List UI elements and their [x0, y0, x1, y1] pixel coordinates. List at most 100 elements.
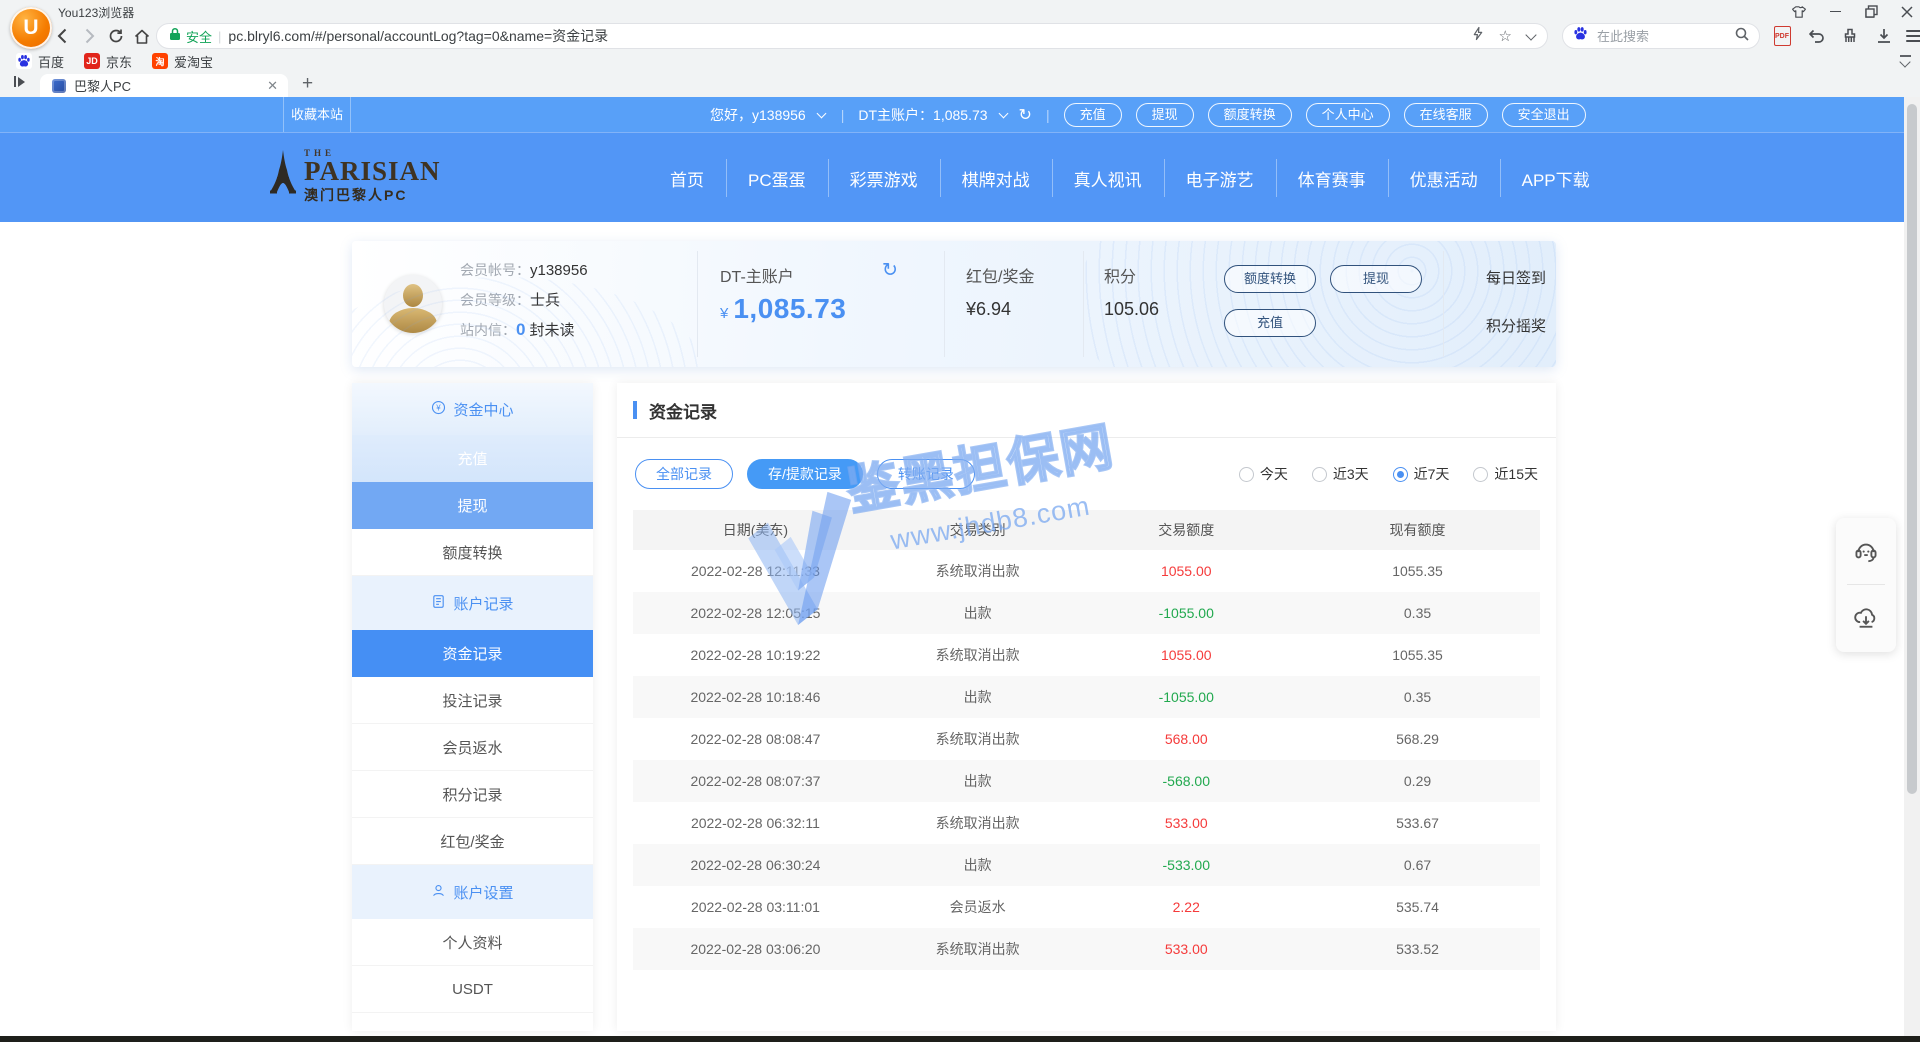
sidebar-item-额度转换[interactable]: 额度转换: [352, 529, 593, 576]
deposit-button[interactable]: 充值: [1224, 309, 1316, 337]
sidebar-section-资金中心[interactable]: ¥资金中心: [352, 383, 593, 435]
sidebar-item-提现[interactable]: 提现: [352, 482, 593, 529]
collapse-bookmarks-icon[interactable]: [1898, 55, 1912, 66]
dt-refresh-icon[interactable]: ↻: [882, 259, 898, 282]
daily-signin-link[interactable]: 每日签到: [1486, 267, 1546, 288]
nav-item[interactable]: PC蛋蛋: [726, 133, 828, 223]
wallet-dropdown-icon[interactable]: [998, 108, 1008, 118]
withdraw-button[interactable]: 提现: [1330, 265, 1422, 293]
date-cell: 2022-02-28 03:06:20: [633, 941, 878, 957]
transfer-quota-button[interactable]: 额度转换: [1224, 265, 1316, 293]
greeting[interactable]: 您好，y138956: [710, 105, 806, 125]
skin-icon[interactable]: [1786, 2, 1812, 21]
search-icon[interactable]: [1735, 27, 1749, 46]
avatar[interactable]: [384, 275, 442, 333]
tab[interactable]: 巴黎人PC ✕: [40, 74, 288, 97]
app-download-icon[interactable]: [1836, 585, 1896, 651]
sidebar-item-会员返水[interactable]: 会员返水: [352, 724, 593, 771]
pdf-tool-icon[interactable]: PDF: [1770, 24, 1794, 48]
bookmark-item[interactable]: 百度: [16, 52, 64, 71]
nav-item[interactable]: 优惠活动: [1388, 133, 1500, 223]
tab-sidebar-toggle-icon[interactable]: [14, 76, 25, 87]
topbar-button[interactable]: 个人中心: [1306, 103, 1390, 127]
record-tab[interactable]: 转账记录: [877, 459, 975, 489]
bookmark-star-icon[interactable]: ☆: [1499, 27, 1512, 45]
bookmark-item[interactable]: JD京东: [84, 52, 132, 71]
customer-service-icon[interactable]: [1836, 518, 1896, 584]
close-icon[interactable]: [1894, 2, 1920, 21]
radio-circle[interactable]: [1393, 467, 1408, 482]
header-cell: 现有额度: [1295, 520, 1540, 540]
flash-icon[interactable]: [1472, 26, 1484, 46]
nav-item[interactable]: 体育赛事: [1276, 133, 1388, 223]
quick-search-box[interactable]: [1562, 23, 1760, 49]
address-bar[interactable]: 安全 | pc.blryl6.com/#/personal/accountLog…: [156, 23, 1548, 49]
nav-item[interactable]: APP下载: [1500, 133, 1612, 223]
radio-circle[interactable]: [1473, 467, 1488, 482]
unread-mail-count[interactable]: 0: [516, 320, 525, 339]
favorite-site-link[interactable]: 收藏本站: [283, 97, 351, 132]
type-cell: 出款: [878, 855, 1078, 875]
nav-item[interactable]: 棋牌对战: [940, 133, 1052, 223]
sidebar-item-积分记录[interactable]: 积分记录: [352, 771, 593, 818]
site-logo[interactable]: THE PARISIAN 澳门巴黎人PC: [268, 148, 441, 202]
search-input[interactable]: [1595, 28, 1728, 45]
reload-icon[interactable]: [104, 24, 128, 48]
topbar-button[interactable]: 安全退出: [1502, 103, 1586, 127]
type-cell: 出款: [878, 603, 1078, 623]
maximize-icon[interactable]: [1858, 2, 1884, 21]
sidebar-item-USDT[interactable]: USDT: [352, 966, 593, 1013]
nav-item[interactable]: 彩票游戏: [828, 133, 940, 223]
topbar-button[interactable]: 充值: [1064, 103, 1122, 127]
date-cell: 2022-02-28 12:05:15: [633, 605, 878, 621]
nav-item[interactable]: 首页: [648, 133, 726, 223]
record-tab[interactable]: 存/提款记录: [747, 459, 863, 489]
sidebar-section-账户设置[interactable]: 账户设置: [352, 865, 593, 919]
user-topbar: 收藏本站 您好，y138956 | DT主账户：1,085.73 ↻ | 充值提…: [0, 97, 1920, 132]
wallet-summary[interactable]: DT主账户：1,085.73: [858, 105, 987, 125]
minimize-icon[interactable]: [1822, 2, 1848, 21]
new-tab-icon[interactable]: +: [302, 73, 313, 95]
record-tab[interactable]: 全部记录: [635, 459, 733, 489]
topbar-button[interactable]: 提现: [1136, 103, 1194, 127]
undo-icon[interactable]: [1804, 24, 1828, 48]
radio-circle[interactable]: [1239, 467, 1254, 482]
forward-icon[interactable]: [78, 24, 102, 48]
points-lottery-link[interactable]: 积分摇奖: [1486, 315, 1546, 336]
sidebar-item-资金记录[interactable]: 资金记录: [352, 630, 593, 677]
sidebar-item-个人资料[interactable]: 个人资料: [352, 919, 593, 966]
date-cell: 2022-02-28 08:07:37: [633, 773, 878, 789]
tab-close-icon[interactable]: ✕: [267, 78, 278, 94]
eiffel-tower-icon: [268, 148, 298, 202]
user-dropdown-icon[interactable]: [816, 108, 826, 118]
cleaner-brush-icon[interactable]: [1838, 24, 1862, 48]
nav-item[interactable]: 电子游艺: [1164, 133, 1276, 223]
sidebar-section-账户记录[interactable]: 账户记录: [352, 576, 593, 630]
date-radio[interactable]: 近3天: [1312, 464, 1369, 484]
home-icon[interactable]: [130, 24, 154, 48]
menu-icon[interactable]: [1902, 24, 1920, 48]
radio-circle[interactable]: [1312, 467, 1327, 482]
baidu-icon: [1573, 26, 1588, 46]
sidebar-item-充值[interactable]: 充值: [352, 435, 593, 482]
download-icon[interactable]: [1872, 24, 1896, 48]
back-icon[interactable]: [50, 24, 74, 48]
wallet-refresh-icon[interactable]: ↻: [1019, 105, 1032, 125]
svg-text:¥: ¥: [437, 403, 442, 412]
amount-cell: 533.00: [1077, 941, 1295, 957]
topbar-button[interactable]: 在线客服: [1404, 103, 1488, 127]
bookmark-item[interactable]: 淘爱淘宝: [152, 52, 213, 71]
address-dropdown-icon[interactable]: [1525, 29, 1536, 40]
date-radio[interactable]: 今天: [1239, 464, 1288, 484]
date-radio[interactable]: 近7天: [1393, 464, 1450, 484]
scrollbar-thumb[interactable]: [1907, 104, 1917, 794]
url-text[interactable]: pc.blryl6.com/#/personal/accountLog?tag=…: [228, 26, 1463, 46]
sidebar-item-红包/奖金[interactable]: 红包/奖金: [352, 818, 593, 865]
bookmark-label: 爱淘宝: [174, 52, 213, 71]
sidebar-item-投注记录[interactable]: 投注记录: [352, 677, 593, 724]
date-radio[interactable]: 近15天: [1473, 464, 1538, 484]
nav-item[interactable]: 真人视讯: [1052, 133, 1164, 223]
topbar-button[interactable]: 额度转换: [1208, 103, 1292, 127]
balance-cell: 0.67: [1295, 857, 1540, 873]
browser-logo[interactable]: U: [10, 7, 52, 49]
